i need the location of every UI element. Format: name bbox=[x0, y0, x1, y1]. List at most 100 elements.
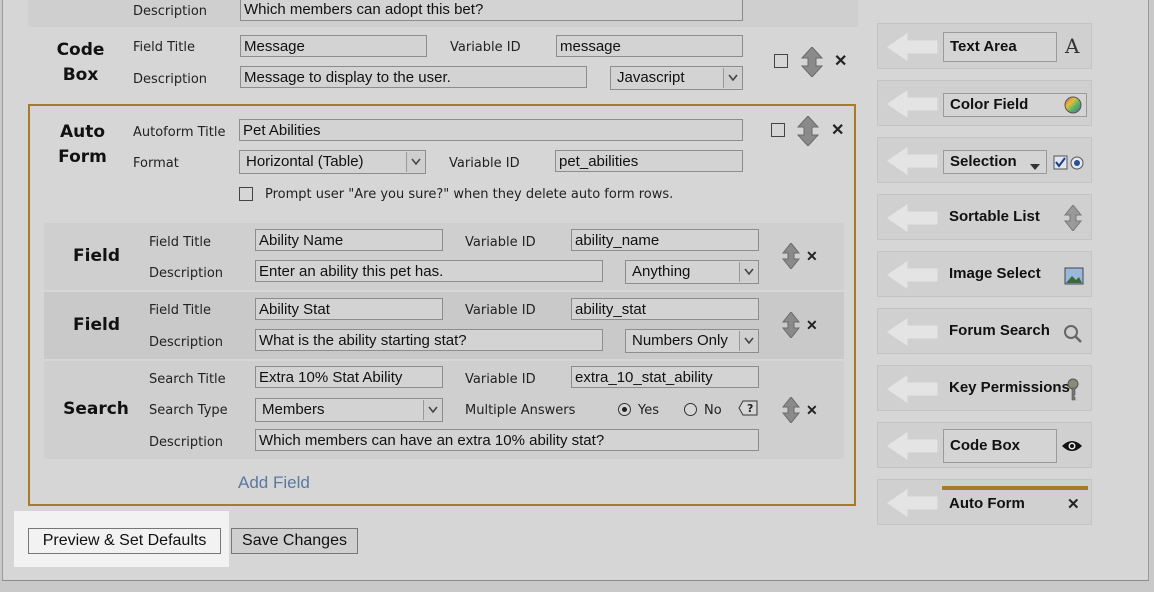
validation-select[interactable]: Numbers Only bbox=[625, 329, 759, 353]
add-field-link[interactable]: Add Field bbox=[238, 473, 310, 493]
field-title-input[interactable]: Ability Name bbox=[255, 229, 443, 251]
validation-select-value: Anything bbox=[632, 263, 691, 280]
validation-select[interactable]: Anything bbox=[625, 260, 759, 284]
close-icon[interactable]: ✕ bbox=[831, 123, 844, 139]
validation-select-value: Numbers Only bbox=[632, 332, 728, 349]
palette-item-selection[interactable]: Selection bbox=[877, 137, 1092, 183]
prompt-label: Prompt user "Are you sure?" when they de… bbox=[265, 187, 674, 202]
description-input[interactable]: Which members can have an extra 10% abil… bbox=[255, 429, 759, 451]
yes-label: Yes bbox=[638, 403, 659, 418]
sort-arrows-icon bbox=[1063, 204, 1083, 234]
description-label: Description bbox=[133, 4, 208, 19]
language-select-value: Javascript bbox=[617, 69, 685, 86]
palette-item-sortable-list[interactable]: Sortable List bbox=[877, 194, 1092, 240]
key-icon bbox=[1066, 378, 1080, 405]
chevron-down-icon bbox=[406, 152, 425, 172]
autoform-title-input[interactable]: Pet Abilities bbox=[239, 119, 743, 141]
language-select[interactable]: Javascript bbox=[610, 66, 743, 90]
variable-id-input[interactable]: ability_stat bbox=[571, 298, 759, 320]
field-title-label: Field Title bbox=[149, 303, 211, 318]
palette-item-label: Sortable List bbox=[949, 208, 1040, 225]
palette-item-image-select[interactable]: Image Select bbox=[877, 251, 1092, 297]
description-input[interactable]: Message to display to the user. bbox=[240, 66, 587, 88]
search-type-label: Search Type bbox=[149, 403, 228, 418]
close-icon[interactable]: ✕ bbox=[1067, 497, 1080, 513]
multiple-answers-label: Multiple Answers bbox=[465, 403, 576, 418]
variable-id-label: Variable ID bbox=[465, 303, 536, 318]
palette-item-forum-search[interactable]: Forum Search bbox=[877, 308, 1092, 354]
chevron-down-icon bbox=[723, 68, 742, 88]
autoform-title-label: Autoform Title bbox=[133, 125, 226, 140]
variable-id-label: Variable ID bbox=[449, 156, 520, 171]
move-arrows-icon[interactable] bbox=[800, 46, 824, 80]
drag-arrow-icon bbox=[885, 430, 939, 462]
auto-form-title-line2: Form bbox=[58, 147, 107, 167]
drag-arrow-icon bbox=[885, 373, 939, 405]
search-type-select[interactable]: Members bbox=[255, 398, 443, 422]
drag-arrow-icon bbox=[885, 145, 939, 177]
variable-id-label: Variable ID bbox=[450, 40, 521, 55]
auto-form-checkbox[interactable] bbox=[771, 123, 785, 137]
drag-arrow-icon bbox=[885, 487, 939, 519]
palette-item-text-area[interactable]: Text Area A bbox=[877, 23, 1092, 69]
palette-item-label: Code Box bbox=[943, 429, 1057, 463]
palette-item-key-permissions[interactable]: Key Permissions bbox=[877, 365, 1092, 411]
format-label: Format bbox=[133, 156, 179, 171]
close-icon[interactable]: ✕ bbox=[806, 402, 818, 418]
close-icon[interactable]: ✕ bbox=[806, 248, 818, 264]
no-radio[interactable] bbox=[684, 403, 697, 416]
auto-form-title: Auto Form bbox=[50, 120, 115, 170]
close-icon[interactable]: ✕ bbox=[806, 317, 818, 333]
search-type-select-value: Members bbox=[262, 401, 325, 418]
svg-text:?: ? bbox=[747, 402, 753, 415]
field-title-label: Field Title bbox=[133, 40, 195, 55]
move-arrows-icon[interactable] bbox=[796, 115, 820, 149]
palette-item-auto-form[interactable]: Auto Form ✕ bbox=[877, 479, 1092, 525]
field-title-input[interactable]: Message bbox=[240, 35, 427, 57]
drag-arrow-icon bbox=[885, 31, 939, 63]
move-arrows-icon[interactable] bbox=[781, 396, 801, 426]
magnifier-icon bbox=[1063, 324, 1083, 347]
description-label: Description bbox=[133, 72, 208, 87]
format-select[interactable]: Horizontal (Table) bbox=[239, 150, 426, 174]
preview-set-defaults-button[interactable]: Preview & Set Defaults bbox=[28, 528, 221, 554]
palette-item-code-box[interactable]: Code Box bbox=[877, 422, 1092, 468]
no-label: No bbox=[704, 403, 722, 418]
code-box-checkbox[interactable] bbox=[774, 54, 788, 68]
search-title: Search bbox=[63, 399, 129, 419]
palette-item-color-field[interactable]: Color Field bbox=[877, 80, 1092, 126]
color-wheel-icon bbox=[1063, 95, 1083, 118]
field-title: Field bbox=[73, 315, 120, 335]
variable-id-input[interactable]: pet_abilities bbox=[555, 150, 743, 172]
chevron-down-icon bbox=[739, 262, 758, 282]
field-title-input[interactable]: Ability Stat bbox=[255, 298, 443, 320]
save-changes-button[interactable]: Save Changes bbox=[231, 528, 358, 554]
help-icon[interactable]: ? bbox=[738, 400, 758, 419]
description-input[interactable]: Enter an ability this pet has. bbox=[255, 260, 603, 282]
description-input[interactable]: Which members can adopt this bet? bbox=[240, 0, 743, 21]
prompt-checkbox[interactable] bbox=[239, 187, 253, 201]
palette-item-label: Auto Form bbox=[949, 495, 1025, 512]
drag-arrow-icon bbox=[885, 202, 939, 234]
field-title: Field bbox=[73, 246, 120, 266]
move-arrows-icon[interactable] bbox=[781, 311, 801, 341]
field-title-label: Field Title bbox=[149, 235, 211, 250]
palette-item-label: Key Permissions bbox=[949, 379, 1070, 396]
drag-arrow-icon bbox=[885, 259, 939, 291]
auto-form-title-line1: Auto bbox=[59, 122, 106, 142]
code-box-title: Code Box bbox=[48, 38, 113, 88]
code-box-title-line1: Code bbox=[56, 40, 105, 60]
close-icon[interactable]: ✕ bbox=[834, 54, 847, 70]
description-input[interactable]: What is the ability starting stat? bbox=[255, 329, 603, 351]
letter-a-icon: A bbox=[1065, 34, 1080, 58]
yes-radio[interactable] bbox=[618, 403, 631, 416]
variable-id-input[interactable]: extra_10_stat_ability bbox=[571, 366, 759, 388]
drag-arrow-icon bbox=[885, 88, 939, 120]
eye-icon bbox=[1061, 438, 1083, 457]
variable-id-input[interactable]: message bbox=[556, 35, 743, 57]
move-arrows-icon[interactable] bbox=[781, 242, 801, 272]
chevron-down-icon bbox=[739, 331, 758, 351]
variable-id-input[interactable]: ability_name bbox=[571, 229, 759, 251]
search-title-input[interactable]: Extra 10% Stat Ability bbox=[255, 366, 443, 388]
palette-item-label: Forum Search bbox=[949, 322, 1050, 339]
